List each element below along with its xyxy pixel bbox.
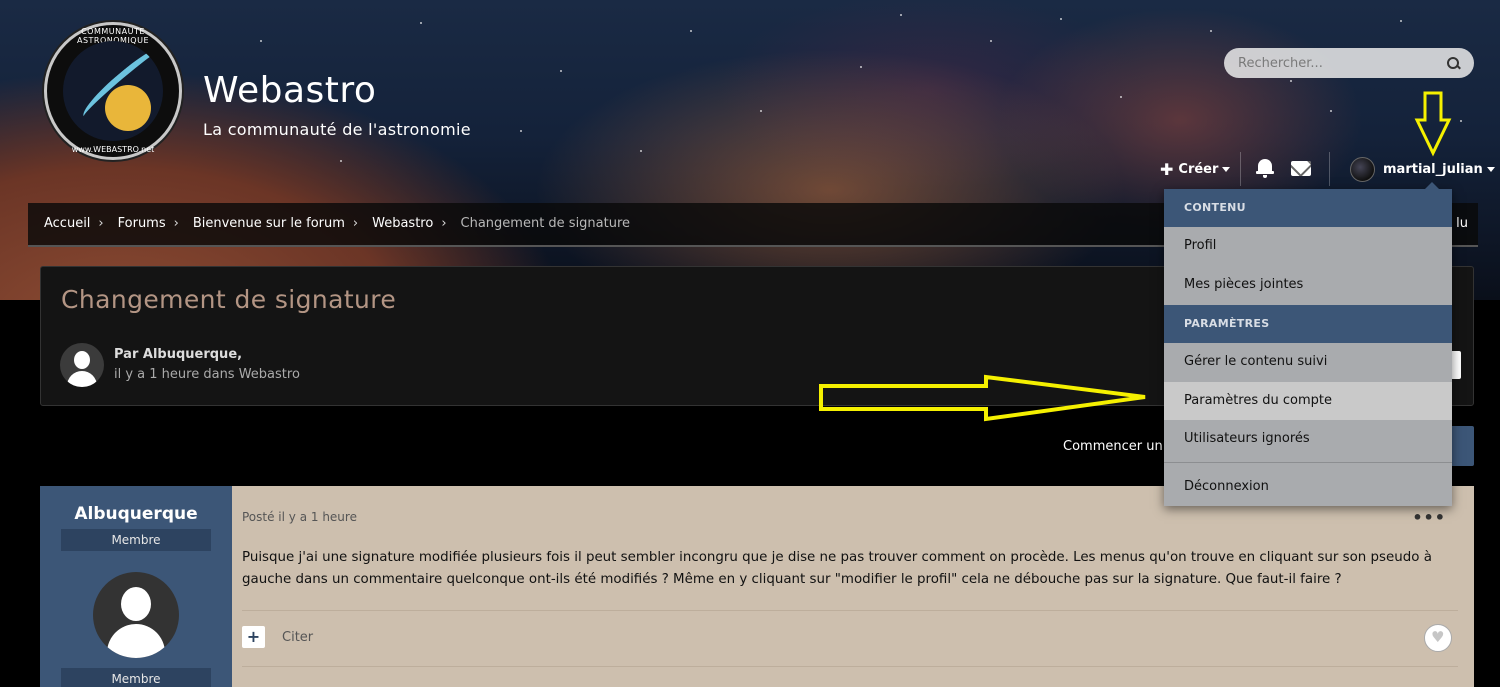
- menu-divider: [1164, 462, 1452, 463]
- menu-section-settings: PARAMÈTRES: [1164, 305, 1452, 343]
- post-body: Puisque j'ai une signature modifiée plus…: [242, 550, 1432, 587]
- breadcrumb-current: Changement de signature: [460, 216, 631, 231]
- heart-icon: ♥: [1431, 628, 1445, 646]
- like-button[interactable]: ♥: [1424, 624, 1452, 652]
- avatar: [1350, 156, 1375, 182]
- menu-section-content: CONTENU: [1164, 189, 1452, 227]
- author-avatar[interactable]: [60, 343, 104, 387]
- menu-item-account-settings[interactable]: Paramètres du compte: [1164, 382, 1452, 420]
- menu-item-attachments[interactable]: Mes pièces jointes: [1164, 266, 1452, 304]
- post: Albuquerque Membre Membre Posté il y a 1…: [40, 486, 1474, 687]
- multiquote-plus-button[interactable]: +: [242, 626, 265, 648]
- search-icon[interactable]: [1446, 56, 1460, 70]
- post-time[interactable]: Posté il y a 1 heure: [242, 510, 357, 524]
- start-topic-link[interactable]: Commencer un n: [1063, 439, 1175, 454]
- breadcrumb-item-welcome[interactable]: Bienvenue sur le forum: [193, 216, 345, 231]
- logo-text-bottom: www.WEBASTRO.net: [71, 145, 155, 154]
- menu-item-profile[interactable]: Profil: [1164, 227, 1452, 265]
- breadcrumb-item-forums[interactable]: Forums: [118, 216, 166, 231]
- post-divider-bottom: [242, 666, 1458, 667]
- topic-posted-in: il y a 1 heure dans Webastro: [114, 367, 300, 382]
- chevron-down-icon: [1486, 166, 1495, 172]
- search-box[interactable]: [1224, 48, 1474, 78]
- topic-author[interactable]: Par Albuquerque,: [114, 347, 242, 362]
- create-label: Créer: [1178, 161, 1219, 177]
- post-content: Posté il y a 1 heure ••• Puisque j'ai un…: [232, 486, 1474, 687]
- username: martial_julian: [1383, 161, 1483, 177]
- post-author-rank: Membre: [61, 529, 211, 551]
- plus-icon: ✚: [1160, 159, 1174, 179]
- bell-icon[interactable]: [1255, 158, 1275, 178]
- user-dropdown-menu: CONTENU Profil Mes pièces jointes PARAMÈ…: [1164, 182, 1452, 506]
- create-menu-button[interactable]: ✚ Créer: [1160, 150, 1231, 188]
- menu-item-logout[interactable]: Déconnexion: [1164, 468, 1452, 506]
- breadcrumb-item-home[interactable]: Accueil: [44, 216, 90, 231]
- quote-button[interactable]: Citer: [282, 630, 313, 645]
- user-menu-button[interactable]: martial_julian: [1350, 150, 1495, 188]
- post-divider: [242, 610, 1458, 611]
- post-author-name[interactable]: Albuquerque: [40, 504, 232, 524]
- post-author-panel: Albuquerque Membre Membre: [40, 486, 232, 687]
- ellipsis-icon[interactable]: •••: [1412, 508, 1446, 527]
- chevron-down-icon: [1222, 166, 1231, 172]
- post-author-rank-secondary: Membre: [61, 668, 211, 687]
- menu-item-followed-content[interactable]: Gérer le contenu suivi: [1164, 343, 1452, 381]
- search-input[interactable]: [1238, 55, 1446, 71]
- site-title[interactable]: Webastro: [203, 70, 376, 111]
- page-title: Changement de signature: [61, 285, 397, 314]
- userbar-separator: [1240, 152, 1241, 186]
- logo-emblem: [63, 41, 163, 141]
- breadcrumb-item-webastro[interactable]: Webastro: [372, 216, 433, 231]
- userbar-separator: [1329, 152, 1330, 186]
- site-tagline: La communauté de l'astronomie: [203, 120, 471, 139]
- menu-item-ignored-users[interactable]: Utilisateurs ignorés: [1164, 420, 1452, 458]
- envelope-icon[interactable]: [1291, 161, 1311, 176]
- site-logo[interactable]: COMMUNAUTE ASTRONOMIQUE www.WEBASTRO.net: [44, 22, 182, 160]
- user-avatar-icon[interactable]: [93, 572, 179, 658]
